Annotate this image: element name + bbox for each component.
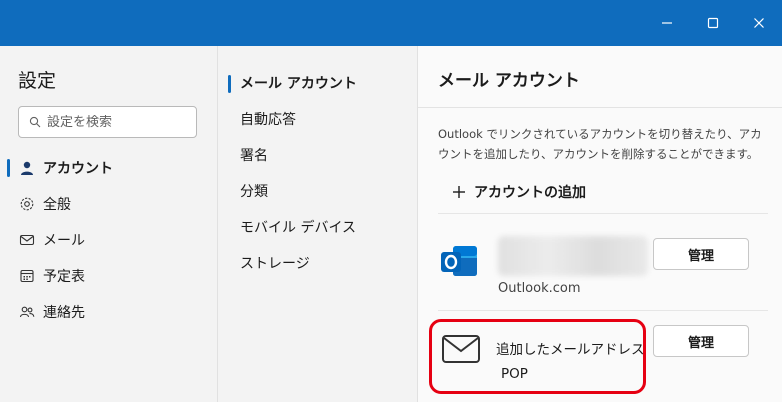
- gear-icon: [19, 196, 35, 212]
- maximize-icon: [707, 17, 719, 29]
- minimize-button[interactable]: [644, 0, 690, 46]
- nav-item-calendar[interactable]: 予定表: [0, 258, 217, 294]
- divider: [438, 310, 768, 311]
- close-icon: [754, 18, 764, 28]
- settings-sidebar: 設定 アカウント 全般 メール 予定表: [0, 46, 217, 402]
- settings-nav: アカウント 全般 メール 予定表 連絡先: [0, 150, 217, 330]
- active-indicator: [7, 159, 10, 177]
- submenu-label: 分類: [240, 184, 268, 200]
- outlook-icon: [441, 246, 477, 276]
- divider: [438, 213, 768, 214]
- divider: [418, 107, 782, 108]
- nav-item-label: 全般: [43, 197, 71, 213]
- account-name: 追加したメールアドレス: [496, 342, 645, 358]
- nav-item-mail[interactable]: メール: [0, 222, 217, 258]
- submenu-auto-reply[interactable]: 自動応答: [218, 101, 418, 137]
- settings-search[interactable]: [18, 106, 197, 138]
- active-indicator: [228, 75, 231, 93]
- account-type: POP: [501, 366, 528, 382]
- account-type: Outlook.com: [498, 281, 581, 296]
- nav-item-general[interactable]: 全般: [0, 186, 217, 222]
- settings-title: 設定: [18, 70, 57, 92]
- submenu-label: 自動応答: [240, 112, 296, 128]
- close-button[interactable]: [736, 0, 782, 46]
- submenu-storage[interactable]: ストレージ: [218, 245, 418, 281]
- nav-item-label: 予定表: [43, 269, 85, 285]
- maximize-button[interactable]: [690, 0, 736, 46]
- nav-item-contacts[interactable]: 連絡先: [0, 294, 217, 330]
- people-icon: [19, 304, 35, 320]
- person-icon: [19, 160, 35, 176]
- submenu-signature[interactable]: 署名: [218, 137, 418, 173]
- submenu-label: ストレージ: [240, 256, 310, 272]
- nav-item-label: アカウント: [43, 161, 113, 177]
- mail-icon: [19, 232, 35, 248]
- plus-icon: [453, 186, 465, 198]
- title-bar: [0, 0, 782, 46]
- submenu-label: モバイル デバイス: [240, 220, 357, 236]
- email-accounts-panel: メール アカウント Outlook でリンクされているアカウントを切り替えたり、…: [417, 46, 782, 402]
- submenu-email-accounts[interactable]: メール アカウント: [218, 65, 418, 101]
- envelope-icon: [442, 335, 480, 363]
- account-name-blurred: [498, 236, 648, 276]
- submenu-label: メール アカウント: [240, 76, 357, 92]
- panel-title: メール アカウント: [438, 71, 580, 91]
- panel-description: Outlook でリンクされているアカウントを切り替えたり、アカウントを追加した…: [438, 127, 762, 161]
- search-input[interactable]: [47, 114, 187, 130]
- search-icon: [29, 116, 41, 128]
- add-account-label: アカウントの追加: [474, 185, 586, 201]
- calendar-icon: [19, 268, 35, 284]
- manage-button[interactable]: 管理: [653, 238, 749, 270]
- submenu-label: 署名: [240, 148, 268, 164]
- nav-item-accounts[interactable]: アカウント: [0, 150, 217, 186]
- accounts-submenu: メール アカウント 自動応答 署名 分類 モバイル デバイス ストレージ: [217, 46, 417, 402]
- submenu-mobile-devices[interactable]: モバイル デバイス: [218, 209, 418, 245]
- nav-item-label: 連絡先: [43, 305, 85, 321]
- manage-button[interactable]: 管理: [653, 325, 749, 357]
- submenu-categories[interactable]: 分類: [218, 173, 418, 209]
- add-account-button[interactable]: アカウントの追加: [452, 182, 586, 202]
- nav-item-label: メール: [43, 233, 85, 249]
- minimize-icon: [662, 22, 672, 24]
